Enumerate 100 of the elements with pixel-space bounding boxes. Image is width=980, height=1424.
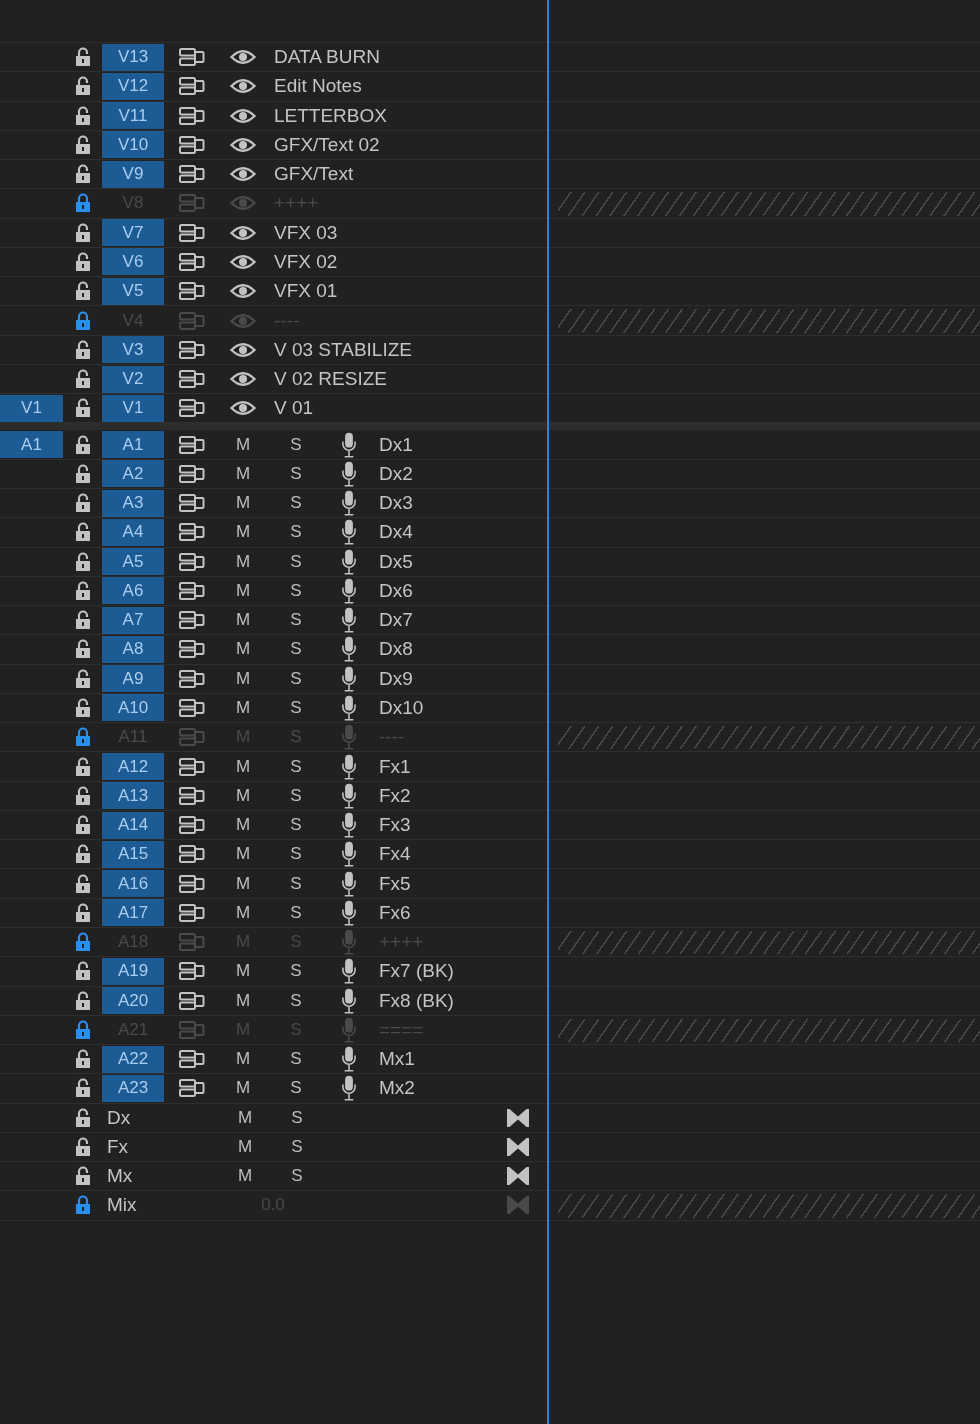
solo-button[interactable]: S	[287, 667, 305, 690]
mute-button[interactable]: M	[232, 1048, 254, 1071]
eye-icon[interactable]	[230, 371, 256, 388]
padlock-icon[interactable]	[74, 844, 91, 865]
stacked-bars-icon[interactable]	[179, 639, 205, 660]
track-target-button[interactable]: A15	[102, 840, 164, 868]
padlock-icon[interactable]	[74, 463, 91, 484]
track-target-button[interactable]: V9	[102, 160, 164, 188]
track-target-button[interactable]: V10	[102, 131, 164, 159]
eye-icon[interactable]	[230, 107, 256, 124]
microphone-icon[interactable]	[340, 665, 358, 692]
stacked-bars-icon[interactable]	[179, 902, 205, 923]
mute-button[interactable]: M	[232, 960, 254, 983]
padlock-icon[interactable]	[74, 1107, 91, 1128]
mute-button[interactable]: M	[232, 784, 254, 807]
microphone-icon[interactable]	[340, 812, 358, 839]
eye-icon[interactable]	[230, 283, 256, 300]
mute-button[interactable]: M	[232, 521, 254, 544]
solo-button[interactable]: S	[287, 696, 305, 719]
mute-button[interactable]: M	[232, 579, 254, 602]
mute-button[interactable]: M	[232, 433, 254, 456]
track-target-button[interactable]: A1	[102, 431, 164, 459]
padlock-icon[interactable]	[74, 932, 91, 953]
solo-button[interactable]: S	[287, 1077, 305, 1100]
microphone-icon[interactable]	[340, 753, 358, 780]
solo-button[interactable]: S	[287, 872, 305, 895]
microphone-icon[interactable]	[340, 899, 358, 926]
track-target-button[interactable]: A13	[102, 782, 164, 810]
stacked-bars-icon[interactable]	[179, 1078, 205, 1099]
track-target-button[interactable]: A16	[102, 870, 164, 898]
mute-button[interactable]: M	[232, 872, 254, 895]
padlock-icon[interactable]	[74, 961, 91, 982]
padlock-icon[interactable]	[74, 398, 91, 419]
track-target-button[interactable]: A2	[102, 460, 164, 488]
stacked-bars-icon[interactable]	[179, 756, 205, 777]
padlock-icon[interactable]	[74, 756, 91, 777]
mute-button[interactable]: M	[232, 755, 254, 778]
padlock-icon[interactable]	[74, 47, 91, 68]
padlock-icon[interactable]	[74, 1166, 91, 1187]
padlock-icon[interactable]	[74, 990, 91, 1011]
mute-button[interactable]: M	[232, 638, 254, 661]
solo-button[interactable]: S	[287, 814, 305, 837]
padlock-icon[interactable]	[74, 639, 91, 660]
track-target-button[interactable]: V11	[102, 102, 164, 130]
padlock-icon[interactable]	[74, 134, 91, 155]
track-target-button[interactable]: A6	[102, 577, 164, 605]
track-target-button[interactable]: A17	[102, 899, 164, 927]
stacked-bars-icon[interactable]	[179, 610, 205, 631]
stacked-bars-icon[interactable]	[179, 222, 205, 243]
padlock-icon[interactable]	[74, 310, 91, 331]
mute-button[interactable]: M	[232, 609, 254, 632]
eye-icon[interactable]	[230, 341, 256, 358]
eye-icon[interactable]	[230, 136, 256, 153]
mute-button[interactable]: M	[232, 1077, 254, 1100]
mute-button[interactable]: M	[234, 1165, 256, 1188]
solo-button[interactable]: S	[287, 521, 305, 544]
padlock-icon[interactable]	[74, 369, 91, 390]
track-target-button[interactable]: V12	[102, 72, 164, 100]
stacked-bars-icon[interactable]	[179, 522, 205, 543]
stacked-bars-icon[interactable]	[179, 873, 205, 894]
track-target-button[interactable]: A10	[102, 694, 164, 722]
track-target-button[interactable]: A3	[102, 489, 164, 517]
microphone-icon[interactable]	[340, 490, 358, 517]
stacked-bars-icon[interactable]	[179, 785, 205, 806]
microphone-icon[interactable]	[340, 1046, 358, 1073]
stacked-bars-icon[interactable]	[179, 252, 205, 272]
mute-button[interactable]: M	[232, 814, 254, 837]
solo-button[interactable]: S	[287, 433, 305, 456]
solo-button[interactable]: S	[287, 492, 305, 515]
stacked-bars-icon[interactable]	[179, 76, 205, 97]
track-target-button[interactable]: V5	[102, 277, 164, 305]
solo-button[interactable]: S	[287, 843, 305, 866]
stacked-bars-icon[interactable]	[179, 551, 205, 572]
solo-button[interactable]: S	[287, 579, 305, 602]
track-target-button[interactable]: A12	[102, 753, 164, 780]
track-target-button[interactable]: V7	[102, 219, 164, 247]
padlock-icon[interactable]	[74, 1195, 91, 1216]
padlock-icon[interactable]	[74, 339, 91, 360]
padlock-icon[interactable]	[74, 1136, 91, 1157]
track-target-button[interactable]: V1	[102, 394, 164, 422]
microphone-icon[interactable]	[340, 519, 358, 546]
stacked-bars-icon[interactable]	[179, 668, 205, 689]
mute-button[interactable]: M	[232, 843, 254, 866]
padlock-icon[interactable]	[74, 281, 91, 302]
stacked-bars-icon[interactable]	[179, 339, 205, 360]
track-target-button[interactable]: A5	[102, 548, 164, 576]
stacked-bars-icon[interactable]	[179, 281, 205, 302]
solo-button[interactable]: S	[287, 901, 305, 924]
track-target-button[interactable]: A23	[102, 1074, 164, 1102]
track-target-button[interactable]: A9	[102, 665, 164, 693]
microphone-icon[interactable]	[340, 548, 358, 575]
padlock-icon[interactable]	[74, 252, 91, 272]
track-target-button[interactable]: A8	[102, 635, 164, 663]
solo-button[interactable]: S	[287, 638, 305, 661]
microphone-icon[interactable]	[340, 870, 358, 897]
stacked-bars-icon[interactable]	[179, 961, 205, 982]
eye-icon[interactable]	[230, 166, 256, 183]
padlock-icon[interactable]	[74, 873, 91, 894]
solo-button[interactable]: S	[287, 960, 305, 983]
solo-button[interactable]: S	[288, 1106, 306, 1129]
